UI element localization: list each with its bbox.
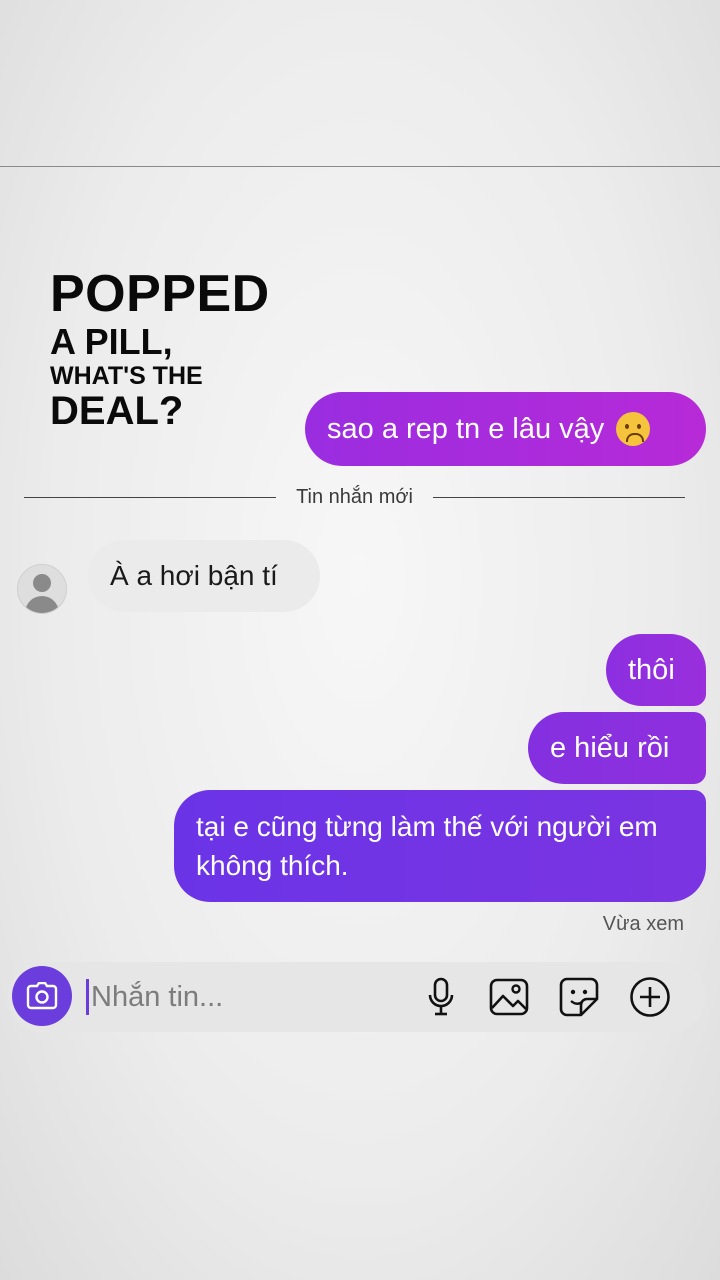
top-divider-line	[0, 166, 720, 167]
microphone-button[interactable]	[420, 976, 462, 1018]
outgoing-message[interactable]: sao a rep tn e lâu vậy	[305, 392, 706, 466]
frowning-face-emoji-icon	[616, 412, 651, 446]
new-messages-divider: Tin nhắn mới	[24, 480, 685, 514]
microphone-icon	[428, 977, 454, 1016]
more-options-button[interactable]	[629, 976, 671, 1018]
plus-icon	[630, 977, 670, 1017]
incoming-message[interactable]: À a hơi bận tí	[88, 540, 320, 612]
camera-button[interactable]	[12, 966, 72, 1026]
image-icon	[489, 978, 529, 1016]
outgoing-message[interactable]: thôi	[606, 634, 706, 706]
divider-line-right	[432, 496, 685, 498]
avatar-head	[33, 574, 51, 592]
poster-line-2: A PILL,	[50, 321, 173, 362]
message-text: e hiểu rồi	[550, 731, 670, 764]
sticker-icon	[559, 977, 599, 1017]
message-input-placeholder: Nhắn tin...	[91, 980, 224, 1013]
message-text: thôi	[628, 653, 675, 686]
seen-status: Vừa xem	[602, 913, 684, 935]
poster-line-4: DEAL?	[50, 389, 184, 433]
avatar[interactable]	[17, 564, 67, 614]
camera-icon	[26, 982, 58, 1010]
avatar-body	[25, 596, 59, 613]
outgoing-message[interactable]: e hiểu rồi	[528, 712, 706, 784]
new-messages-label: Tin nhắn mới	[296, 485, 413, 508]
text-caret	[86, 979, 89, 1015]
poster-line-1: POPPED	[50, 265, 270, 323]
message-text: sao a rep tn e lâu vậy	[327, 412, 605, 445]
message-text: À a hơi bận tí	[110, 560, 278, 591]
divider-line-left	[24, 496, 277, 498]
message-text: tại e cũng từng làm thế với người em khô…	[196, 811, 658, 881]
sticker-button[interactable]	[558, 976, 600, 1018]
poster-text: POPPED A PILL, WHAT'S THE DEAL?	[50, 268, 270, 431]
gallery-button[interactable]	[488, 976, 530, 1018]
message-input[interactable]: Nhắn tin...	[86, 974, 406, 1020]
poster-line-3: WHAT'S THE	[50, 362, 203, 390]
outgoing-message[interactable]: tại e cũng từng làm thế với người em khô…	[174, 790, 706, 902]
